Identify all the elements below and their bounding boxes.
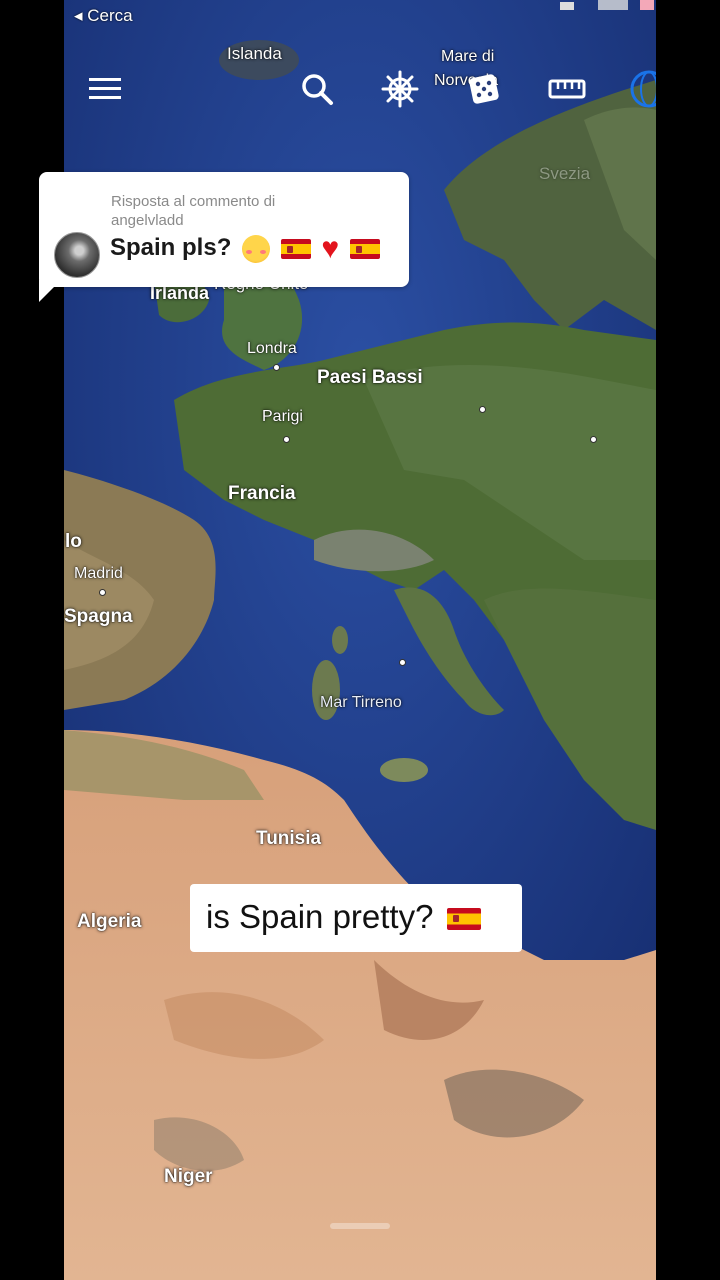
label-spagna: Spagna — [64, 606, 133, 627]
ruler-icon — [548, 79, 586, 99]
caption-text-line: is Spain pretty? — [206, 898, 481, 936]
label-svezia: Svezia — [539, 164, 591, 183]
reply-header: Risposta al commento di angelvladd — [111, 193, 276, 229]
marker-berlino[interactable] — [479, 406, 486, 413]
reply-card-tail — [39, 280, 61, 302]
label-algeria: Algeria — [77, 911, 142, 932]
avatar[interactable] — [54, 232, 100, 278]
reply-comment-text: Spain pls? — [110, 234, 232, 261]
label-islanda: Islanda — [227, 44, 282, 63]
marker-madrid[interactable] — [99, 589, 106, 596]
smiling-hearts-emoji-icon — [242, 234, 271, 263]
ship-wheel-icon — [381, 70, 419, 108]
projects-button[interactable] — [624, 66, 656, 112]
search-button[interactable] — [294, 66, 340, 112]
voyager-button[interactable] — [377, 66, 423, 112]
spain-flag-icon — [349, 238, 380, 259]
home-indicator[interactable] — [330, 1223, 390, 1229]
label-portogallo-partial: lo — [65, 531, 82, 552]
menu-button[interactable] — [82, 66, 128, 112]
label-londra: Londra — [247, 340, 297, 357]
marker-londra[interactable] — [273, 364, 280, 371]
random-button[interactable] — [461, 66, 507, 112]
caption-text: is Spain pretty? — [206, 898, 434, 935]
spain-flag-icon — [280, 238, 311, 259]
label-parigi: Parigi — [262, 408, 303, 425]
marker-parigi[interactable] — [283, 436, 290, 443]
spain-flag-icon — [446, 908, 481, 931]
red-heart-emoji-icon: ♥ — [321, 231, 340, 265]
status-indicators — [560, 0, 654, 10]
marker-roma[interactable] — [399, 659, 406, 666]
label-francia: Francia — [228, 483, 296, 504]
reply-text-line: Spain pls? ♥ — [110, 231, 380, 265]
search-icon — [302, 74, 333, 105]
label-tunisia: Tunisia — [256, 828, 322, 849]
label-niger: Niger — [164, 1166, 213, 1187]
label-paesi-bassi: Paesi Bassi — [317, 367, 423, 388]
dice-icon — [469, 74, 499, 104]
hamburger-menu-icon — [89, 78, 121, 99]
marker-varsavia[interactable] — [590, 436, 597, 443]
measure-button[interactable] — [544, 66, 590, 112]
back-to-search[interactable]: ◂ Cerca — [74, 6, 133, 26]
video-caption: is Spain pretty? — [190, 884, 522, 952]
label-madrid: Madrid — [74, 565, 123, 582]
label-mar-tirreno: Mar Tirreno — [320, 694, 402, 711]
label-mare-di: Mare di — [441, 48, 495, 65]
reply-comment-card: Risposta al commento di angelvladd Spain… — [39, 172, 409, 287]
globe-icon — [630, 70, 656, 108]
